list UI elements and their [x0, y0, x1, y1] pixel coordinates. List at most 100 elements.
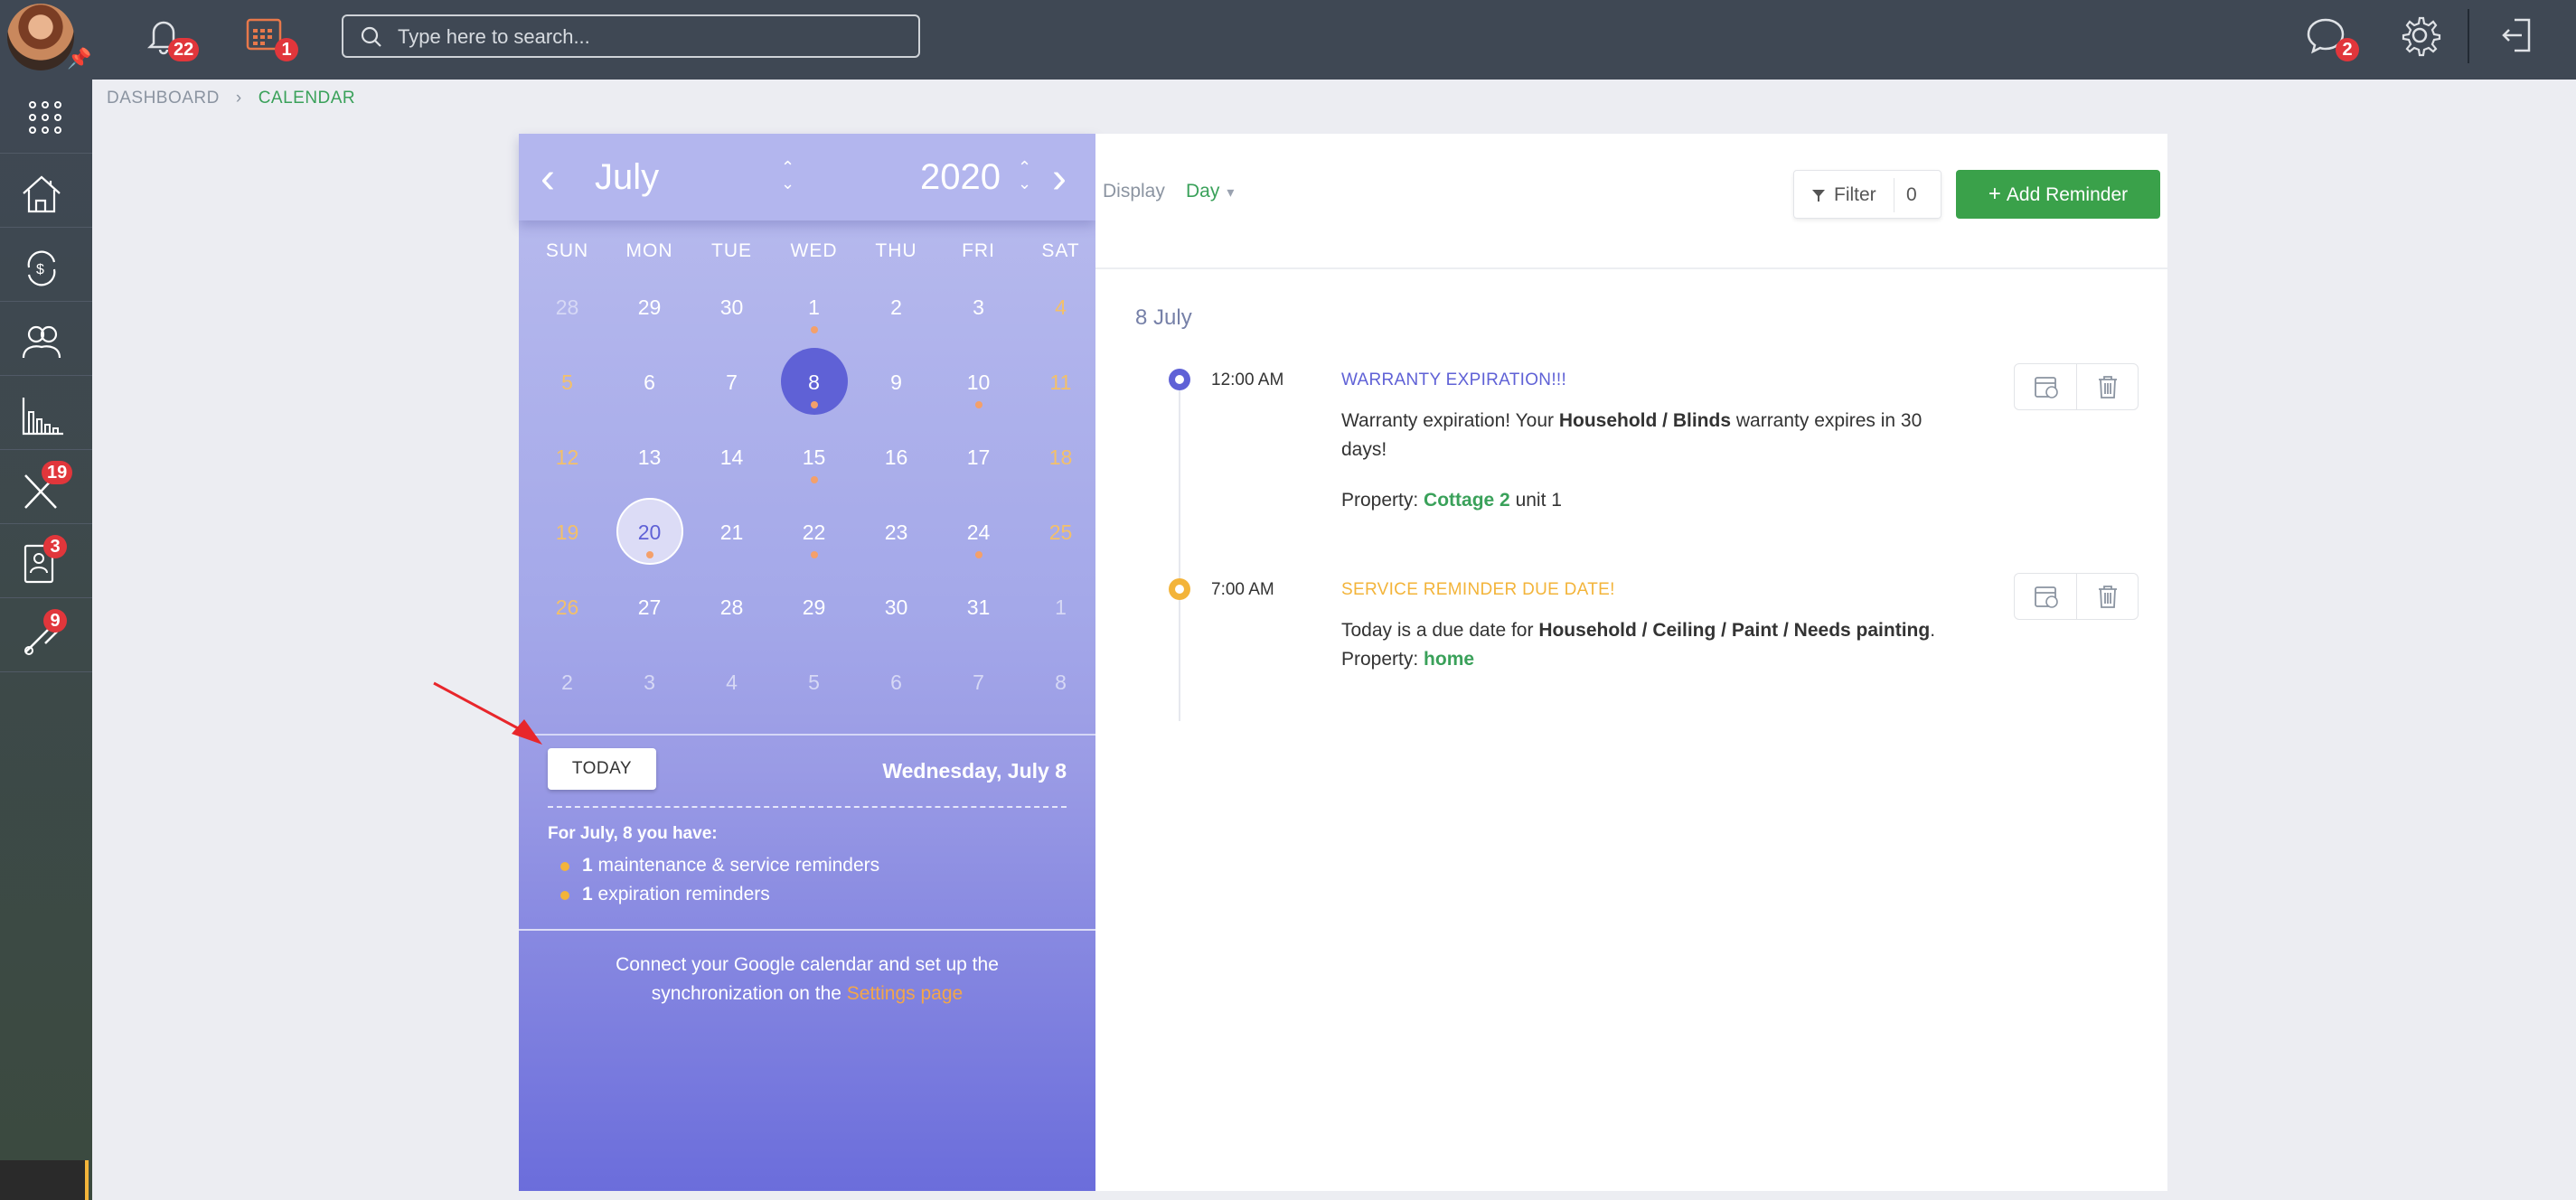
calendar-day[interactable]: 20 — [608, 496, 691, 568]
calendar-day[interactable]: 28 — [691, 571, 773, 643]
calendar-day[interactable]: 9 — [855, 346, 937, 418]
calendar-day[interactable]: 15 — [773, 421, 855, 493]
display-label: Display — [1103, 181, 1165, 202]
add-reminder-button[interactable]: + Add Reminder — [1956, 170, 2160, 219]
event-property: Property: Cottage 2 unit 1 — [1341, 490, 1562, 511]
weekday-label: SAT — [1041, 240, 1080, 261]
calendar-day[interactable]: 3 — [937, 271, 1020, 343]
calendar-day[interactable]: 6 — [855, 646, 937, 718]
year-select[interactable]: 2020 — [920, 157, 1001, 198]
calendar-day[interactable]: 14 — [691, 421, 773, 493]
logout-button[interactable] — [2495, 13, 2549, 67]
divider — [519, 734, 1095, 736]
calendar-day[interactable]: 27 — [608, 571, 691, 643]
calendar-day[interactable]: 25 — [1020, 496, 1102, 568]
calendar-day[interactable]: 17 — [937, 421, 1020, 493]
event-title[interactable]: WARRANTY EXPIRATION!!! — [1341, 370, 1566, 390]
calendar-day[interactable]: 21 — [691, 496, 773, 568]
calendar-day[interactable]: 19 — [526, 496, 608, 568]
sidebar-item-contacts[interactable] — [0, 302, 92, 376]
sidebar-item-apps[interactable] — [0, 80, 92, 154]
calendar-day[interactable]: 13 — [608, 421, 691, 493]
settings-page-link[interactable]: Settings page — [847, 983, 963, 1004]
reschedule-calendar-icon[interactable] — [2033, 373, 2060, 400]
calendar-day[interactable]: 5 — [526, 346, 608, 418]
prev-month-chevron-icon[interactable]: ‹ — [541, 154, 555, 203]
event-actions — [2014, 363, 2139, 410]
calendar-day[interactable]: 22 — [773, 496, 855, 568]
event-dot — [1169, 578, 1190, 600]
user-avatar[interactable] — [7, 4, 74, 70]
trash-icon[interactable] — [2094, 583, 2121, 610]
calendar-day[interactable]: 10 — [937, 346, 1020, 418]
calendar-day[interactable]: 29 — [773, 571, 855, 643]
agenda-panel: Display Day ▾ Filter 0 + Add Reminder 8 Ju… — [1095, 134, 2167, 1191]
today-button[interactable]: TODAY — [548, 748, 656, 790]
plus-icon: + — [1988, 182, 2001, 206]
calendar-day[interactable]: 11 — [1020, 346, 1102, 418]
annotation-arrow-icon — [433, 681, 542, 745]
breadcrumb-chevron-icon: › — [235, 89, 242, 108]
calendar-day[interactable]: 31 — [937, 571, 1020, 643]
calendar-day[interactable]: 8 — [773, 346, 855, 418]
year-stepper-icon[interactable]: ⌃ ⌄ — [1018, 159, 1031, 192]
sidebar-footer-widget[interactable] — [0, 1160, 89, 1200]
calendar-day[interactable]: 7 — [691, 346, 773, 418]
calendar-day[interactable]: 2 — [855, 271, 937, 343]
messages-badge: 2 — [2336, 38, 2359, 61]
trash-icon[interactable] — [2094, 373, 2121, 400]
summary-item: 1 maintenance & service reminders — [559, 855, 880, 876]
property-link[interactable]: home — [1424, 649, 1474, 670]
calendar-day[interactable]: 4 — [1020, 271, 1102, 343]
calendar-day[interactable]: 23 — [855, 496, 937, 568]
event-title[interactable]: SERVICE REMINDER DUE DATE! — [1341, 580, 1615, 600]
top-bar: 📌 22 1 2 — [0, 0, 2576, 80]
calendar-header: ‹ July ⌃ ⌄ 2020 ⌃ ⌄ › — [519, 134, 1095, 220]
month-select[interactable]: July — [595, 157, 659, 198]
breadcrumb: DASHBOARD › CALENDAR — [107, 89, 355, 108]
sidebar-item-maintenance[interactable]: 19 — [0, 450, 92, 524]
next-month-chevron-icon[interactable]: › — [1052, 154, 1067, 203]
calendar-day[interactable]: 30 — [691, 271, 773, 343]
calendar-day[interactable]: 4 — [691, 646, 773, 718]
calendar-day[interactable]: 1 — [1020, 571, 1102, 643]
property-link[interactable]: Cottage 2 — [1424, 490, 1510, 511]
notifications-badge: 22 — [168, 38, 200, 61]
divider — [519, 929, 1095, 931]
month-stepper-icon[interactable]: ⌃ ⌄ — [781, 159, 794, 192]
reschedule-calendar-icon[interactable] — [2033, 583, 2060, 610]
calendar-day[interactable]: 8 — [1020, 646, 1102, 718]
property-icon — [23, 175, 61, 213]
calendar-day[interactable]: 6 — [608, 346, 691, 418]
calendar-day[interactable]: 12 — [526, 421, 608, 493]
sidebar-item-tenants[interactable]: 3 — [0, 524, 92, 598]
calendar-day[interactable]: 29 — [608, 271, 691, 343]
sidebar-item-reports[interactable] — [0, 376, 92, 450]
breadcrumb-dashboard-link[interactable]: DASHBOARD — [107, 89, 220, 108]
calendar-day[interactable]: 28 — [526, 271, 608, 343]
sidebar-item-service[interactable]: 9 — [0, 598, 92, 672]
filter-button[interactable]: Filter 0 — [1793, 170, 1941, 219]
notifications-bell-button[interactable]: 22 — [141, 13, 200, 67]
settings-button[interactable] — [2397, 13, 2451, 67]
google-sync-note: Connect your Google calendar and set up … — [616, 954, 999, 1004]
calendar-day[interactable]: 26 — [526, 571, 608, 643]
messages-button[interactable]: 2 — [2303, 13, 2359, 67]
contacts-icon — [22, 325, 61, 359]
calendar-day[interactable]: 30 — [855, 571, 937, 643]
calendar-day[interactable]: 5 — [773, 646, 855, 718]
calendar-day[interactable]: 16 — [855, 421, 937, 493]
timeline-line — [1179, 385, 1180, 721]
sidebar-item-finance[interactable]: $ — [0, 228, 92, 302]
search-input[interactable] — [398, 23, 904, 51]
display-select[interactable]: Day ▾ — [1186, 181, 1234, 202]
calendar-day[interactable]: 18 — [1020, 421, 1102, 493]
maintenance-badge: 19 — [42, 461, 73, 484]
calendar-day[interactable]: 1 — [773, 271, 855, 343]
calendar-day[interactable]: 3 — [608, 646, 691, 718]
sidebar-item-property[interactable] — [0, 154, 92, 228]
calendar-day[interactable]: 7 — [937, 646, 1020, 718]
calendar-nav-button[interactable]: 1 — [242, 13, 298, 67]
calendar-day[interactable]: 24 — [937, 496, 1020, 568]
search-box[interactable] — [342, 14, 920, 58]
